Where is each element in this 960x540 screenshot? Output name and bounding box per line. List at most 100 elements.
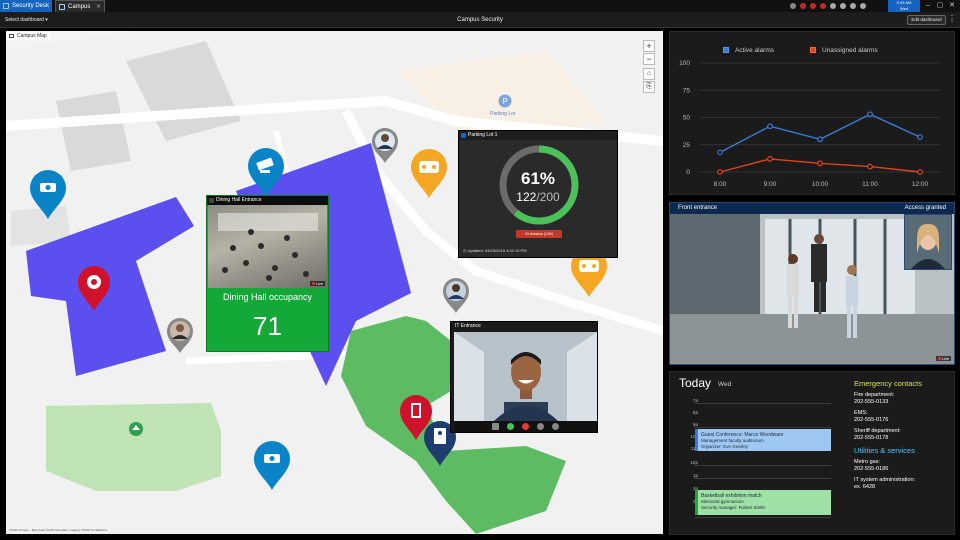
calendar-event[interactable]: Guest Conference: Marco Woodware Managem… [695, 429, 831, 451]
emergency-contacts-heading: Emergency contacts [854, 379, 922, 388]
data-point [717, 169, 723, 175]
contact-entry: EMS: 202-555-0176 [854, 410, 954, 423]
hour-label: 8a [692, 410, 698, 415]
utilities-heading: Utilities & services [854, 446, 915, 455]
zoom-in-button[interactable]: + [643, 40, 655, 52]
answer-call-icon[interactable] [507, 423, 514, 430]
map-icon [9, 34, 14, 38]
alarm-icon[interactable] [800, 3, 806, 9]
y-tick-label: 75 [683, 87, 691, 94]
alarms-chart-tile: Active alarms Unassigned alarms 0 25 50 75 1… [669, 31, 955, 195]
hour-divider [694, 427, 831, 428]
tile-title: Dining Hall Entrance [216, 197, 262, 203]
y-tick-label: 100 [679, 60, 690, 67]
parking-sensor-pin-icon[interactable] [409, 147, 449, 199]
green-field [46, 403, 221, 491]
total-capacity: 200 [539, 190, 560, 204]
it-entrance-video-feed[interactable] [454, 332, 597, 421]
network-icon[interactable] [850, 3, 856, 9]
contacts-list: Emergency contacts Fire department: 202-… [854, 379, 954, 495]
contact-entry: Metro gas: 202-555-0186 [854, 459, 954, 472]
tab-campus-security[interactable]: Campus Secu... ✕ [55, 0, 105, 22]
volume-icon[interactable] [840, 3, 846, 9]
camera-pin-icon[interactable] [28, 168, 68, 220]
data-point [767, 123, 773, 130]
chat-icon[interactable] [830, 3, 836, 9]
notification-icon[interactable] [820, 3, 826, 9]
window-titlebar: Security Desk Campus Secu... ✕ 9:43 AM W… [0, 0, 960, 22]
contact-phone: 202-555-0176 [854, 416, 889, 423]
map-attribution: ©2018 Google – Map data ©2018 Tele Atlas… [9, 528, 108, 532]
hour-divider [694, 403, 831, 404]
maximize-icon[interactable]: ▢ [934, 0, 946, 12]
it-entrance-intercom-tile[interactable]: IT Entrance [450, 321, 598, 433]
event-organizer: Security manager: Robert Smith [701, 504, 766, 510]
person-pin-icon[interactable] [166, 318, 194, 354]
tile-header: Parking Lot 1 [459, 131, 617, 140]
occupancy-value: 71 [253, 311, 282, 341]
select-dashboard-dropdown[interactable]: Select dashboard ▾ [5, 15, 48, 25]
camera-pin-icon[interactable] [252, 439, 292, 491]
more-icon[interactable] [552, 423, 559, 430]
dining-hall-occupancy-tile[interactable]: Dining Hall Entrance Live Dining Hall oc… [206, 195, 329, 352]
tab-security-desk[interactable]: Security Desk [0, 0, 52, 12]
page-title: Campus Security [457, 17, 503, 23]
snapshot-icon[interactable] [492, 423, 499, 430]
contact-phone: ex. 6428 [854, 483, 876, 490]
calendar-event[interactable]: Basketball exhibition match Memorial gym… [695, 490, 831, 515]
more-options-icon[interactable]: ⋮ [948, 14, 956, 23]
hour-divider [694, 465, 831, 466]
data-point [917, 134, 923, 141]
x-tick-label: 12:00 [912, 181, 929, 188]
contact-phone: 202-555-0133 [854, 398, 889, 405]
visitor-video [454, 332, 597, 421]
tile-title: IT Entrance [455, 323, 481, 329]
user-icon[interactable] [790, 3, 796, 9]
y-tick-label: 50 [683, 115, 691, 122]
y-tick-label: 0 [686, 169, 690, 176]
camera-icon [209, 198, 214, 203]
person-pin-icon[interactable] [442, 278, 470, 314]
tab-label: Security Desk [12, 3, 50, 9]
person-pin-icon[interactable] [371, 128, 399, 164]
map-layers-button[interactable]: ⎘ [643, 81, 655, 93]
contact-phone: 202-555-0186 [854, 465, 889, 472]
alarm-line-chart: 0 25 50 75 100 8:00 9:00 10:00 11:00 12:00 [679, 60, 940, 188]
clock: 9:43 AM Wed [888, 0, 920, 12]
close-window-icon[interactable]: ✕ [946, 0, 958, 12]
hour-divider [694, 478, 831, 479]
data-point [817, 136, 823, 143]
occupancy-label: Dining Hall occupancy [222, 292, 313, 302]
tile-header: Dining Hall Entrance [207, 196, 328, 205]
home-view-button[interactable]: ⌂ [643, 68, 655, 80]
mute-icon[interactable] [537, 423, 544, 430]
map-title: Campus Map [17, 33, 47, 39]
data-point [917, 169, 923, 175]
today-heading: Today [679, 376, 712, 390]
park-icon [129, 422, 143, 436]
live-indicator: Live [309, 281, 325, 286]
front-entrance-camera-tile[interactable]: Front entrance Access granted Live [669, 202, 955, 365]
x-tick-label: 9:00 [764, 181, 777, 188]
camera-title: Front entrance [678, 205, 718, 211]
tile-title: Parking Lot 1 [468, 132, 498, 138]
dining-camera-feed[interactable]: Live [208, 205, 327, 288]
x-tick-label: 11:00 [862, 181, 878, 188]
violators-badge[interactable]: 34 violators (13%) [516, 230, 562, 238]
camera-pin-icon[interactable] [246, 146, 286, 198]
data-point [717, 149, 723, 156]
alert-icon[interactable] [810, 3, 816, 9]
parking-lot-tile[interactable]: Parking Lot 1 61% 122/200 34 violators (… [458, 130, 618, 258]
edit-dashboard-button[interactable]: Edit dashboard [907, 15, 946, 25]
intercom-controls [454, 421, 597, 432]
end-call-icon[interactable] [522, 423, 529, 430]
intercom-pin-icon[interactable] [76, 264, 112, 312]
settings-icon[interactable] [860, 3, 866, 9]
dashboard-icon [59, 4, 65, 10]
zoom-out-button[interactable]: − [643, 53, 655, 65]
data-point [867, 111, 873, 118]
today-weekday: Wed [718, 381, 732, 388]
parking-lot-icon[interactable]: P [498, 94, 512, 108]
campus-map[interactable]: Campus Map + − ⌂ ⎘ P Parking Lot Dining … [6, 31, 663, 534]
minimize-icon[interactable]: – [922, 0, 934, 12]
